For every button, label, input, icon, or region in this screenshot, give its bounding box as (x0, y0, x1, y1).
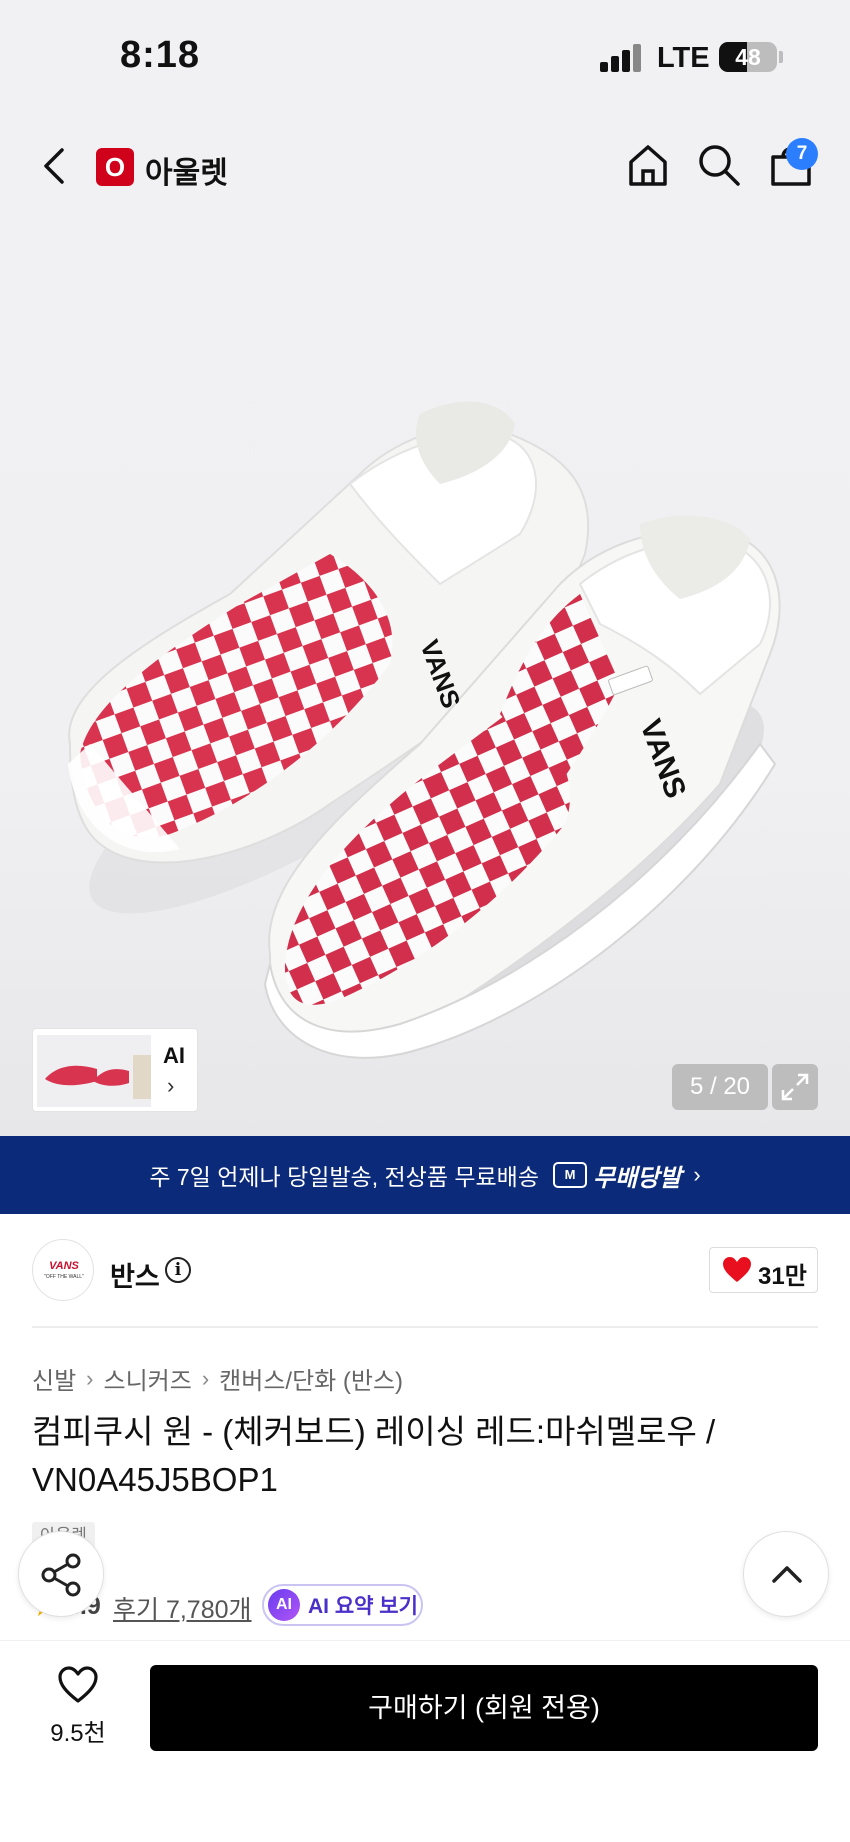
breadcrumb-item[interactable]: 신발 (32, 1361, 76, 1396)
breadcrumb: 신발 › 스니커즈 › 캔버스/단화 (반스) (32, 1361, 403, 1396)
banner-text: 주 7일 언제나 당일발송, 전상품 무료배송 (149, 1164, 540, 1190)
heart-outline-icon[interactable] (57, 1665, 99, 1705)
scroll-to-top-button[interactable] (743, 1531, 829, 1617)
ai-summary-label: AI 요약 보기 (308, 1595, 418, 1618)
battery-icon: 48 (719, 42, 777, 72)
chevron-up-icon (772, 1566, 802, 1583)
brand-like-count: 31만 (758, 1263, 807, 1290)
free-delivery-badge: M 무배당발 (553, 1158, 681, 1193)
free-delivery-label: 무배당발 (593, 1164, 682, 1192)
chevron-right-icon: › (201, 1365, 210, 1391)
chevron-right-icon: › (167, 1073, 175, 1098)
signal-icon (600, 44, 642, 72)
home-icon[interactable] (623, 140, 673, 190)
product-title: 컴피쿠시 원 - (체커보드) 레이싱 레드:마쉬멜로우 / VN0A45J5B… (32, 1413, 716, 1498)
brand-like-button[interactable]: 31만 (709, 1247, 818, 1293)
battery-tip (779, 51, 783, 63)
breadcrumb-item[interactable]: 캔버스/단화 (반스) (219, 1361, 403, 1396)
page-title[interactable]: 아울렛 (145, 148, 228, 192)
status-bar: 8:18 LTE 48 (0, 0, 850, 112)
search-icon[interactable] (694, 140, 744, 190)
info-icon[interactable]: i (165, 1257, 191, 1283)
ai-summary-button[interactable]: AI AI 요약 보기 (262, 1584, 423, 1626)
network-type: LTE (657, 42, 710, 74)
brand-logo[interactable]: VANS "OFF THE WALL" (32, 1239, 94, 1301)
back-icon[interactable] (36, 142, 76, 190)
chevron-right-icon: › (86, 1365, 94, 1391)
thumbnail-ai-label: AI (163, 1043, 185, 1068)
truck-icon: M (553, 1162, 588, 1188)
divider (32, 1326, 818, 1328)
outlet-logo-icon[interactable]: O (96, 148, 134, 186)
top-nav: O 아울렛 7 (0, 112, 850, 224)
ai-thumbnail-strip[interactable]: AI › (32, 1028, 198, 1112)
expand-icon[interactable] (772, 1064, 818, 1110)
share-button[interactable] (18, 1531, 104, 1617)
share-icon (41, 1553, 81, 1597)
cart-count-badge: 7 (786, 138, 818, 170)
image-counter: 5 / 20 (672, 1064, 768, 1110)
thumbnail-image (37, 1035, 151, 1107)
ai-badge-icon: AI (268, 1589, 300, 1621)
brand-logo-text: VANS (49, 1260, 79, 1272)
brand-name[interactable]: 반스 (110, 1255, 160, 1294)
wishlist-count: 9.5천 (50, 1720, 106, 1747)
review-count-link[interactable]: 후기 7,780개 (113, 1590, 252, 1626)
bottom-action-bar: 9.5천 구매하기 (회원 전용) (0, 1640, 850, 1842)
chevron-right-icon: › (693, 1162, 701, 1187)
shipping-banner[interactable]: 주 7일 언제나 당일발송, 전상품 무료배송 M 무배당발 › (0, 1136, 850, 1214)
product-image-carousel[interactable]: VANS VANS AI › 5 / 20 (0, 224, 850, 1136)
buy-button[interactable]: 구매하기 (회원 전용) (150, 1665, 818, 1751)
heart-filled-icon (723, 1257, 751, 1282)
battery-level: 48 (735, 44, 761, 70)
brand-logo-subtext: "OFF THE WALL" (44, 1274, 84, 1280)
product-image: VANS VANS (68, 401, 781, 1059)
breadcrumb-item[interactable]: 스니커즈 (104, 1361, 192, 1396)
status-time: 8:18 (120, 34, 201, 76)
